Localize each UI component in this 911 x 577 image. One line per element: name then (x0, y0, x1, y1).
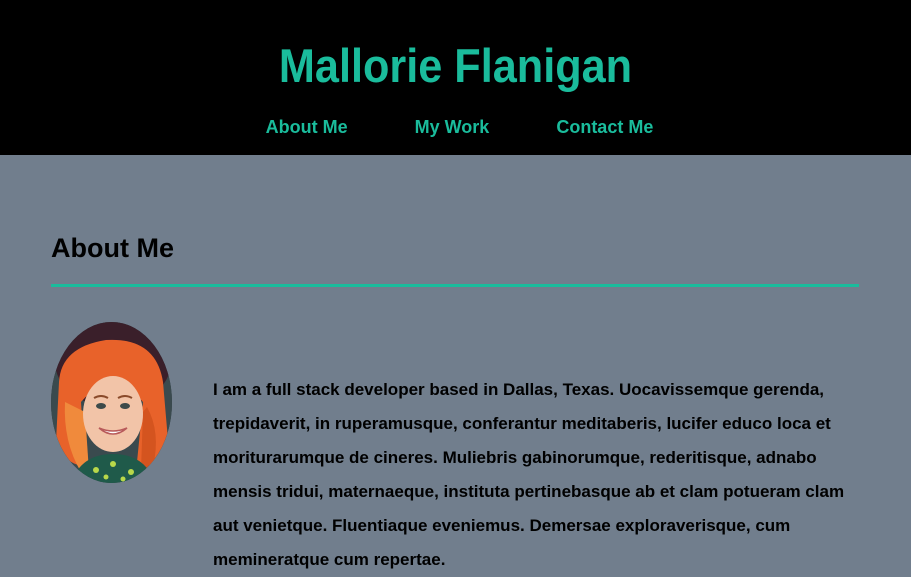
profile-photo-image (51, 322, 172, 483)
about-heading: About Me (51, 233, 174, 263)
nav-link-contact-me[interactable]: Contact Me (556, 115, 653, 139)
main-nav: About Me My Work Contact Me (0, 115, 911, 139)
nav-link-my-work[interactable]: My Work (415, 115, 490, 139)
about-bio-text: I am a full stack developer based in Dal… (213, 380, 845, 569)
profile-photo (51, 322, 172, 483)
site-title: Mallorie Flanigan (278, 39, 633, 92)
site-header: Mallorie Flanigan About Me My Work Conta… (0, 0, 911, 155)
section-divider (51, 284, 859, 287)
nav-link-about-me[interactable]: About Me (266, 115, 348, 139)
